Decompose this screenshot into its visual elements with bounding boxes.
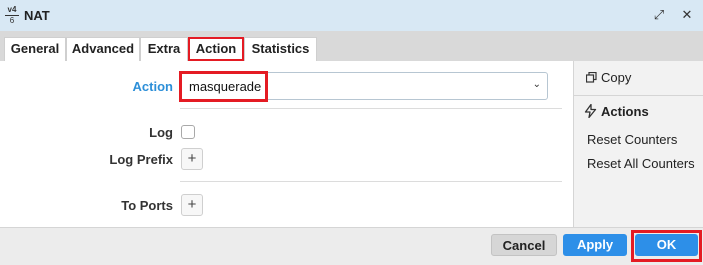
log-label: Log (149, 125, 173, 140)
sidebar: Copy Actions Reset Counters Reset All Co… (573, 61, 703, 227)
actions-heading-label: Actions (601, 104, 649, 119)
tab-advanced[interactable]: Advanced (66, 37, 140, 61)
action-select[interactable]: masquerade ⌄ (180, 72, 548, 100)
lightning-icon (584, 103, 597, 119)
tab-general[interactable]: General (4, 37, 66, 61)
nat-icon-bottom: 6 (9, 16, 15, 25)
to-ports-add-button[interactable]: + (181, 194, 203, 216)
action-select-value: masquerade (189, 79, 262, 94)
window-title: NAT (24, 8, 50, 23)
tab-statistics[interactable]: Statistics (244, 37, 317, 61)
log-checkbox[interactable] (181, 125, 195, 139)
cancel-button[interactable]: Cancel (491, 234, 557, 256)
tab-bar: General Advanced Extra Action Statistics (0, 31, 703, 61)
restore-icon[interactable]: ⤢ (651, 7, 667, 23)
nat-icon-top: v4 (7, 5, 17, 14)
copy-button[interactable]: Copy (585, 70, 632, 85)
log-prefix-add-button[interactable]: + (181, 148, 203, 170)
close-icon[interactable]: ✕ (679, 7, 695, 23)
divider (180, 108, 562, 109)
reset-all-counters-button[interactable]: Reset All Counters (587, 156, 695, 171)
to-ports-label: To Ports (121, 198, 173, 213)
actions-heading: Actions (584, 103, 649, 119)
apply-button[interactable]: Apply (563, 234, 627, 256)
tab-extra[interactable]: Extra (140, 37, 188, 61)
reset-counters-button[interactable]: Reset Counters (587, 132, 677, 147)
log-prefix-label: Log Prefix (109, 152, 173, 167)
sidebar-divider (574, 95, 703, 96)
copy-label: Copy (601, 70, 632, 85)
ok-button[interactable]: OK (635, 234, 698, 256)
tab-action[interactable]: Action (188, 37, 244, 61)
nat-icon: v4 6 (5, 5, 19, 25)
copy-icon (585, 71, 597, 83)
divider (180, 181, 562, 182)
chevron-down-icon: ⌄ (532, 79, 541, 90)
title-bar: v4 6 NAT ⤢ ✕ (0, 0, 703, 32)
action-label: Action (132, 79, 173, 94)
